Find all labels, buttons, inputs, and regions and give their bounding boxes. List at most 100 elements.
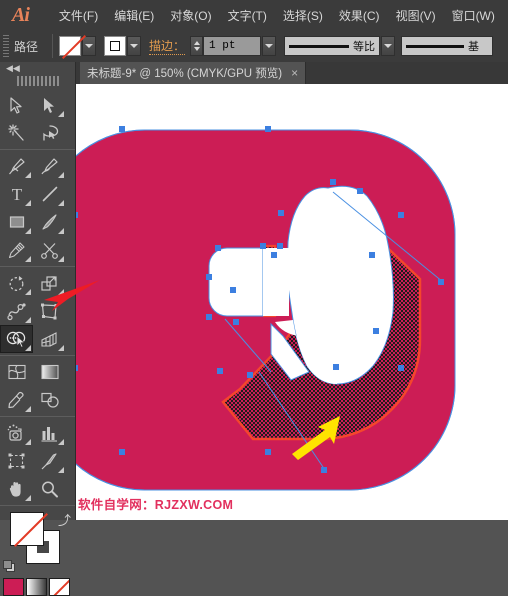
mesh-icon (7, 364, 26, 380)
flyout-triangle-icon[interactable] (58, 111, 64, 117)
menu-view[interactable]: 视图(V) (388, 7, 444, 24)
flyout-triangle-icon[interactable] (25, 289, 31, 295)
stroke-profile-control[interactable]: 等比 (284, 36, 381, 56)
line-segment-icon (42, 186, 57, 202)
flyout-triangle-icon[interactable] (25, 406, 31, 412)
chevron-down-icon (384, 44, 393, 48)
tool-line-segment[interactable] (33, 180, 66, 208)
tool-pencil[interactable] (0, 236, 33, 264)
shape-builder-icon (6, 331, 26, 348)
tool-column-graph[interactable] (33, 419, 66, 447)
flyout-triangle-icon[interactable] (25, 439, 31, 445)
tool-symbol-sprayer[interactable] (0, 419, 33, 447)
stepper-up-icon[interactable] (193, 41, 200, 45)
tool-blend[interactable] (33, 386, 66, 414)
close-icon[interactable]: × (291, 66, 298, 80)
tool-magic-wand[interactable] (0, 119, 33, 147)
default-fill-stroke-button[interactable] (3, 560, 17, 574)
tool-width[interactable] (0, 297, 33, 325)
blend-icon (40, 392, 59, 408)
tool-type[interactable]: T (0, 180, 33, 208)
stroke-weight-label[interactable]: 描边： (149, 37, 186, 55)
flyout-triangle-icon[interactable] (25, 256, 31, 262)
flyout-triangle-icon[interactable] (25, 172, 31, 178)
flyout-triangle-icon[interactable] (25, 317, 31, 323)
tool-free-transform[interactable] (33, 297, 66, 325)
paintbrush-icon (42, 213, 57, 230)
tool-perspective-grid[interactable] (33, 325, 66, 353)
flyout-triangle-icon[interactable] (58, 200, 64, 206)
menu-window[interactable]: 窗口(W) (444, 7, 503, 24)
tool-pen[interactable] (0, 152, 33, 180)
tool-rotate[interactable] (0, 269, 33, 297)
flyout-triangle-icon[interactable] (25, 228, 31, 234)
tool-group-drawing: T (0, 150, 75, 267)
flyout-triangle-icon[interactable] (58, 228, 64, 234)
stroke-weight-dropdown-button[interactable] (262, 36, 277, 56)
menu-select[interactable]: 选择(S) (275, 7, 331, 24)
stroke-swatch-icon[interactable] (104, 36, 127, 56)
menu-object[interactable]: 对象(O) (162, 7, 219, 24)
tool-gradient[interactable] (33, 358, 66, 386)
tools-panel-grip[interactable] (16, 76, 59, 86)
fill-swatch[interactable] (10, 512, 44, 546)
stroke-color-control[interactable] (104, 36, 142, 56)
color-mode-buttons (0, 578, 75, 596)
bar-chart-icon (41, 427, 57, 442)
document-tab[interactable]: 未标题-9* @ 150% (CMYK/GPU 预览) × (80, 62, 307, 84)
tool-hand[interactable] (0, 475, 33, 503)
stepper-down-icon[interactable] (193, 47, 200, 51)
menu-type[interactable]: 文字(T) (220, 7, 275, 24)
document-canvas[interactable] (75, 84, 508, 520)
tool-zoom[interactable] (33, 475, 66, 503)
tool-lasso[interactable] (33, 119, 66, 147)
flyout-triangle-icon[interactable] (58, 289, 64, 295)
tool-scissors[interactable] (33, 236, 66, 264)
menu-file[interactable]: 文件(F) (51, 7, 106, 24)
control-bar-grip[interactable] (3, 35, 9, 57)
tool-paintbrush[interactable] (33, 208, 66, 236)
tool-shape-builder[interactable] (0, 325, 33, 353)
flyout-triangle-icon[interactable] (25, 495, 31, 501)
stroke-profile-dropdown-button[interactable] (381, 36, 396, 56)
chevron-down-icon (130, 44, 139, 48)
tool-artboard[interactable] (0, 447, 33, 475)
stroke-weight-stepper[interactable] (190, 36, 204, 56)
mode-color[interactable] (3, 578, 24, 596)
flyout-triangle-icon[interactable] (58, 345, 64, 351)
menu-effect[interactable]: 效果(C) (331, 7, 388, 24)
cursor-arrow-icon (10, 96, 22, 114)
brush-definition-control[interactable]: 基 (401, 36, 494, 56)
tool-curvature[interactable] (33, 152, 66, 180)
tools-panel: ◀◀ T ⤴ (0, 62, 76, 596)
rotate-icon (9, 275, 24, 291)
flyout-triangle-icon[interactable] (58, 256, 64, 262)
collapse-panel-button[interactable]: ◀◀ (0, 62, 75, 75)
flyout-triangle-icon[interactable] (58, 467, 64, 473)
stroke-weight-input[interactable]: 1 pt (203, 36, 262, 56)
tool-scale[interactable] (33, 269, 66, 297)
document-tab-bar: 未标题-9* @ 150% (CMYK/GPU 预览) × (75, 62, 508, 84)
tool-rectangle[interactable] (0, 208, 33, 236)
mode-none[interactable] (49, 578, 70, 596)
profile-line-icon (289, 44, 350, 48)
mode-gradient[interactable] (26, 578, 47, 596)
tool-eyedropper[interactable] (0, 386, 33, 414)
tool-selection[interactable] (0, 91, 33, 119)
flyout-triangle-icon[interactable] (25, 345, 31, 351)
chevron-down-icon (265, 44, 274, 48)
pen-nib-icon (9, 157, 25, 174)
flyout-triangle-icon[interactable] (25, 200, 31, 206)
stroke-dropdown-button[interactable] (127, 36, 142, 56)
flyout-triangle-icon[interactable] (58, 439, 64, 445)
fill-dropdown-button[interactable] (82, 36, 97, 56)
document-tab-title: 未标题-9* @ 150% (CMYK/GPU 预览) (87, 68, 283, 80)
fill-swatch-none-icon[interactable] (59, 36, 82, 56)
flyout-triangle-icon[interactable] (58, 172, 64, 178)
symbol-sprayer-icon (7, 424, 22, 441)
tool-slice[interactable] (33, 447, 66, 475)
menu-edit[interactable]: 编辑(E) (106, 7, 162, 24)
fill-color-control[interactable] (59, 36, 97, 56)
tool-direct-selection[interactable] (33, 91, 66, 119)
tool-mesh[interactable] (0, 358, 33, 386)
